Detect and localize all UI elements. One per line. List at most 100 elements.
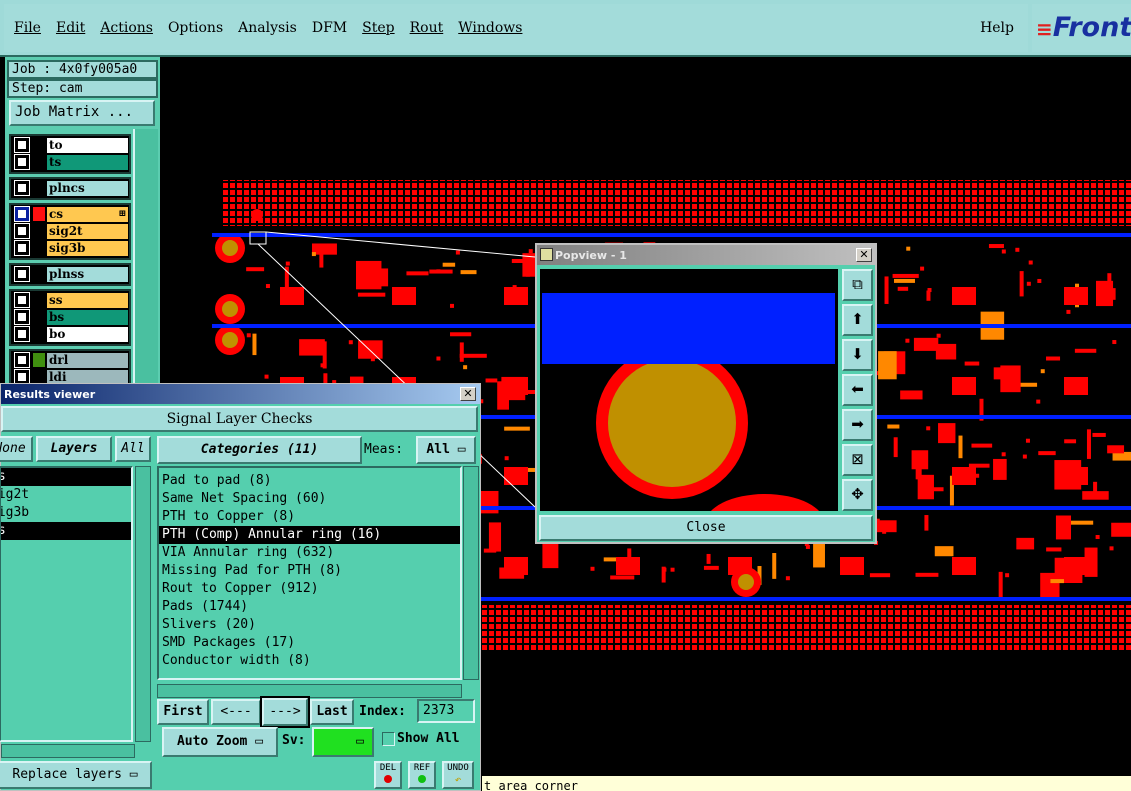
pan-left-button[interactable]: ⬅ bbox=[842, 374, 873, 406]
pan-down-button[interactable]: ⬇ bbox=[842, 339, 873, 371]
menu-analysis[interactable]: Analysis bbox=[238, 20, 297, 36]
layer-result-item[interactable]: sig2t bbox=[1, 486, 131, 504]
layer-checkbox[interactable] bbox=[14, 326, 30, 342]
layer-row[interactable]: sig3b bbox=[12, 240, 128, 256]
pan-right-button[interactable]: ➡ bbox=[842, 409, 873, 441]
category-item[interactable]: SMD Packages (17) bbox=[159, 634, 460, 652]
layer-row[interactable]: ts bbox=[12, 154, 128, 170]
copper-feature bbox=[265, 284, 270, 289]
layer-row[interactable]: sig2t bbox=[12, 223, 128, 239]
category-item[interactable]: Missing Pad for PTH (8) bbox=[159, 562, 460, 580]
layer-checkbox[interactable] bbox=[14, 352, 30, 368]
layers-button[interactable]: Layers bbox=[36, 436, 112, 462]
menu-actions[interactable]: Actions bbox=[100, 20, 153, 36]
popview-title-bar[interactable]: Popview - 1 bbox=[537, 245, 875, 265]
delete-button[interactable]: DEL bbox=[374, 761, 402, 789]
popview-canvas[interactable] bbox=[540, 269, 838, 511]
layer-checkbox[interactable] bbox=[14, 292, 30, 308]
first-button[interactable]: First bbox=[157, 699, 209, 725]
category-item[interactable]: Slivers (20) bbox=[159, 616, 460, 634]
checklist-title-button[interactable]: Signal Layer Checks bbox=[1, 406, 478, 432]
auto-zoom-dropdown[interactable]: Auto Zoom ▭ bbox=[162, 727, 278, 757]
layer-name[interactable]: cs ⊞ bbox=[47, 206, 128, 222]
layer-row[interactable]: cs ⊞ bbox=[12, 206, 128, 222]
show-all-checkbox[interactable] bbox=[382, 732, 395, 746]
layer-name[interactable]: bs bbox=[47, 309, 128, 325]
last-button[interactable]: Last bbox=[310, 699, 354, 725]
layer-scrollbar[interactable] bbox=[133, 129, 158, 387]
categories-scrollbar[interactable] bbox=[463, 466, 479, 680]
menu-file[interactable]: File bbox=[14, 20, 41, 36]
category-item[interactable]: Rout to Copper (912) bbox=[159, 580, 460, 598]
layer-row[interactable]: bs bbox=[12, 309, 128, 325]
category-item[interactable]: Conductor width (8) bbox=[159, 652, 460, 670]
layer-row[interactable]: drl bbox=[12, 352, 128, 368]
menu-step[interactable]: Step bbox=[362, 20, 394, 36]
replace-layers-dropdown[interactable]: Replace layers ▭ bbox=[0, 761, 152, 789]
layer-checkbox[interactable] bbox=[14, 223, 30, 239]
layer-result-item[interactable]: ss bbox=[1, 522, 131, 540]
next-button[interactable]: ---> bbox=[260, 696, 310, 728]
layer-checkbox[interactable] bbox=[14, 266, 30, 282]
layer-name[interactable]: ts bbox=[47, 154, 128, 170]
meas-dropdown[interactable]: All ▭ bbox=[416, 436, 476, 464]
none-button[interactable]: None bbox=[0, 436, 33, 462]
layer-checkbox[interactable] bbox=[14, 154, 30, 170]
layer-name[interactable]: to bbox=[47, 137, 128, 153]
severity-dropdown[interactable]: ▭ bbox=[312, 727, 374, 757]
zoom-out-button[interactable]: ✥ bbox=[842, 479, 873, 511]
layer-row[interactable]: to bbox=[12, 137, 128, 153]
popview-close-icon[interactable]: ✕ bbox=[856, 248, 872, 262]
layer-result-item[interactable]: sig3b bbox=[1, 504, 131, 522]
refresh-button[interactable]: REF bbox=[408, 761, 436, 789]
category-item[interactable]: Same Net Spacing (60) bbox=[159, 490, 460, 508]
layer-list-hscrollbar[interactable] bbox=[1, 744, 135, 758]
categories-button[interactable]: Categories (11) bbox=[157, 436, 362, 464]
category-item[interactable]: VIA Annular ring (632) bbox=[159, 544, 460, 562]
undo-button[interactable]: UNDO ↶ bbox=[442, 761, 474, 789]
all-layers-button[interactable]: All bbox=[115, 436, 151, 462]
layer-name[interactable]: plnss bbox=[47, 266, 128, 282]
menu-help[interactable]: Help bbox=[980, 20, 1014, 36]
job-matrix-button[interactable]: Job Matrix ... bbox=[9, 100, 155, 126]
category-item[interactable]: PTH (Comp) Annular ring (16) bbox=[159, 526, 460, 544]
layer-row[interactable]: plnss bbox=[12, 266, 128, 282]
layer-checkbox[interactable] bbox=[14, 137, 30, 153]
layer-checkbox[interactable] bbox=[14, 240, 30, 256]
layer-row[interactable]: plncs bbox=[12, 180, 128, 196]
layer-name[interactable]: sig3b bbox=[47, 240, 128, 256]
layer-row[interactable]: bo bbox=[12, 326, 128, 342]
layer-list-scrollbar[interactable] bbox=[135, 466, 151, 742]
layer-result-item[interactable]: cs bbox=[1, 468, 131, 486]
categories-hscrollbar[interactable] bbox=[157, 684, 462, 698]
menu-edit[interactable]: Edit bbox=[56, 20, 85, 36]
layer-checkbox[interactable] bbox=[14, 180, 30, 196]
layer-name[interactable]: sig2t bbox=[47, 223, 128, 239]
layer-checkbox[interactable] bbox=[14, 206, 30, 222]
results-title-bar[interactable]: Results viewer bbox=[1, 384, 480, 404]
popview-close-button[interactable]: Close bbox=[539, 515, 873, 541]
close-icon[interactable]: ✕ bbox=[460, 387, 476, 401]
layer-name[interactable]: ss bbox=[47, 292, 128, 308]
menu-rout[interactable]: Rout bbox=[410, 20, 444, 36]
index-input[interactable]: 2373 bbox=[417, 699, 475, 723]
layer-name[interactable]: plncs bbox=[47, 180, 128, 196]
pan-up-button[interactable]: ⬆ bbox=[842, 304, 873, 336]
layer-checkbox[interactable] bbox=[14, 369, 30, 385]
prev-button[interactable]: <--- bbox=[211, 699, 261, 725]
categories-list[interactable]: Pad to pad (8) Same Net Spacing (60) PTH t… bbox=[157, 466, 462, 680]
expand-icon[interactable]: ⊞ bbox=[118, 207, 126, 221]
zoom-home-button[interactable]: ⧉ bbox=[842, 269, 873, 301]
layer-results-list[interactable]: cssig2tsig3bss bbox=[0, 466, 133, 742]
layer-row[interactable]: ss bbox=[12, 292, 128, 308]
layer-checkbox[interactable] bbox=[14, 309, 30, 325]
layer-name[interactable]: bo bbox=[47, 326, 128, 342]
category-item[interactable]: PTH to Copper (8) bbox=[159, 508, 460, 526]
category-item[interactable]: Pad to pad (8) bbox=[159, 472, 460, 490]
menu-dfm[interactable]: DFM bbox=[312, 20, 347, 36]
menu-options[interactable]: Options bbox=[168, 20, 223, 36]
zoom-in-button[interactable]: ⊠ bbox=[842, 444, 873, 476]
category-item[interactable]: Pads (1744) bbox=[159, 598, 460, 616]
menu-windows[interactable]: Windows bbox=[458, 20, 522, 36]
layer-name[interactable]: drl bbox=[47, 352, 128, 368]
